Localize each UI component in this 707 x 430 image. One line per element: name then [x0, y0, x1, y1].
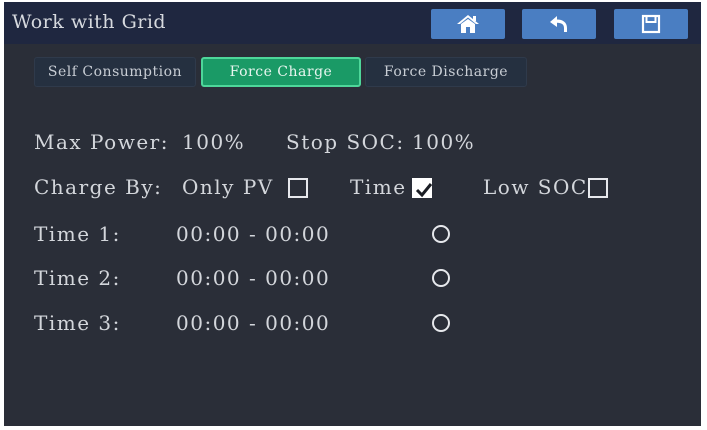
mode-tabs: Self Consumption Force Charge Force Disc… — [30, 57, 534, 89]
header-bar: Work with Grid — [4, 2, 701, 44]
time-1-range[interactable]: 00:00 - 00:00 — [176, 222, 330, 246]
stop-soc-value[interactable]: 100% — [412, 130, 475, 154]
back-icon — [548, 14, 570, 34]
tab-force-discharge[interactable]: Force Discharge — [365, 57, 527, 87]
only-pv-checkbox[interactable] — [288, 178, 308, 198]
save-button[interactable] — [614, 9, 688, 39]
page-title: Work with Grid — [12, 11, 167, 33]
tab-self-consumption[interactable]: Self Consumption — [34, 57, 196, 87]
time-checkbox[interactable] — [412, 178, 433, 198]
tab-label: Force Discharge — [383, 64, 509, 80]
tab-label: Force Charge — [229, 64, 333, 80]
screen: Work with Grid Self Consumption Force Ch… — [4, 2, 701, 426]
home-button[interactable] — [431, 9, 505, 39]
time-1-radio[interactable] — [432, 225, 450, 243]
time-3-radio[interactable] — [432, 314, 450, 332]
low-soc-checkbox[interactable] — [588, 178, 608, 198]
back-button[interactable] — [522, 9, 596, 39]
time-2-range[interactable]: 00:00 - 00:00 — [176, 266, 330, 290]
time-1-label: Time 1: — [34, 222, 121, 246]
home-icon — [455, 13, 481, 35]
time-3-range[interactable]: 00:00 - 00:00 — [176, 311, 330, 335]
time-3-label: Time 3: — [34, 311, 121, 335]
option-only-pv-label: Only PV — [182, 175, 274, 199]
max-power-value[interactable]: 100% — [182, 130, 245, 154]
option-time-label: Time — [350, 175, 407, 199]
tab-label: Self Consumption — [47, 64, 183, 80]
option-low-soc-label: Low SOC — [483, 175, 588, 199]
save-icon — [641, 14, 661, 34]
stop-soc-label: Stop SOC: — [286, 130, 405, 154]
time-2-radio[interactable] — [432, 269, 450, 287]
max-power-label: Max Power: — [34, 130, 169, 154]
tab-force-charge[interactable]: Force Charge — [201, 57, 361, 87]
time-2-label: Time 2: — [34, 266, 121, 290]
charge-by-label: Charge By: — [34, 175, 163, 199]
checkmark-icon — [415, 183, 433, 198]
